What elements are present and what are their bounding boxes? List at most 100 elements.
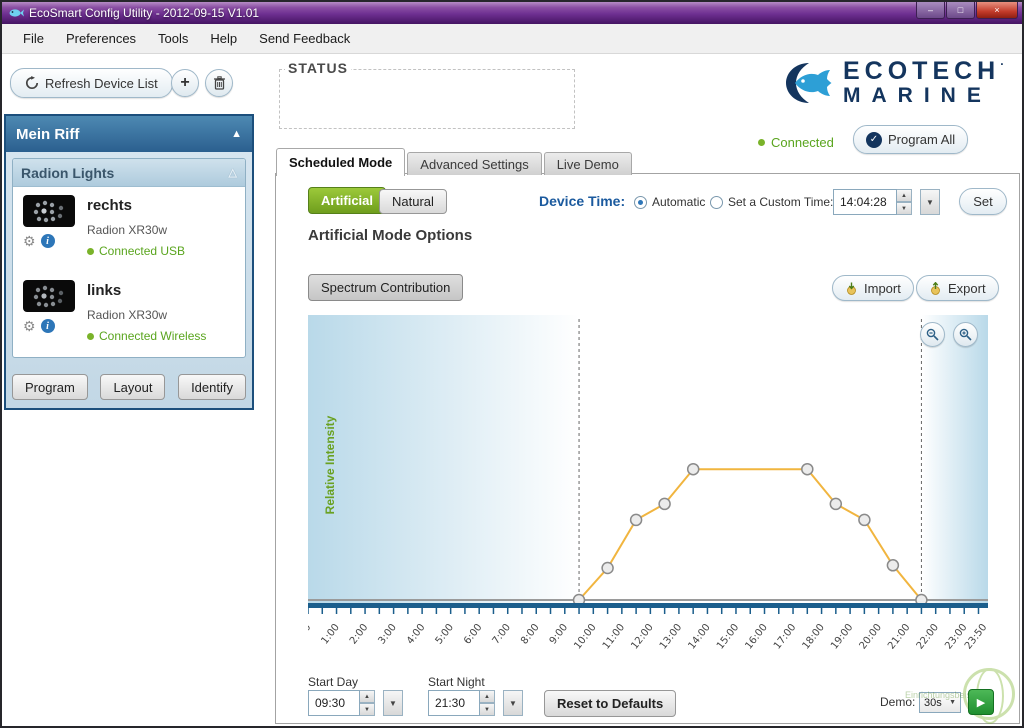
start-night-dropdown[interactable]: ▼ — [503, 690, 523, 716]
spinner-down-icon[interactable]: ▼ — [480, 703, 495, 716]
app-fish-icon — [8, 6, 24, 20]
start-day-dropdown[interactable]: ▼ — [383, 690, 403, 716]
device-name: links — [87, 282, 241, 299]
logo-word-ecotech: ECOTECH· — [843, 58, 1009, 84]
svg-text:1:00: 1:00 — [319, 622, 342, 646]
identify-button[interactable]: Identify — [178, 374, 246, 400]
menubar: File Preferences Tools Help Send Feedbac… — [2, 24, 1022, 54]
radio-unselected-icon[interactable] — [710, 196, 723, 209]
device-time-label: Device Time: — [539, 193, 625, 209]
start-day-label: Start Day — [308, 675, 358, 689]
status-area — [279, 69, 575, 129]
menu-tools[interactable]: Tools — [147, 26, 199, 51]
automatic-radio[interactable]: Automatic — [634, 195, 705, 209]
device-time-control: 14:04:28 ▲ ▼ ▼ — [833, 189, 940, 215]
svg-text:22:00: 22:00 — [915, 622, 941, 651]
close-icon: × — [994, 5, 999, 15]
program-all-button[interactable]: ✓ Program All — [853, 125, 968, 154]
spinner-down-icon[interactable]: ▼ — [897, 202, 912, 215]
spinner-up-icon[interactable]: ▲ — [897, 189, 912, 202]
logo-word-marine: MARINE — [843, 84, 1009, 107]
device-model: Radion XR30w — [87, 223, 241, 237]
svg-text:13:00: 13:00 — [658, 622, 684, 651]
svg-text:19:00: 19:00 — [829, 622, 855, 651]
device-time-input[interactable]: 14:04:28 — [833, 189, 897, 215]
import-button[interactable]: Import — [832, 275, 914, 301]
radion-lights-header[interactable]: Radion Lights △ — [13, 159, 245, 187]
device-row-rechts[interactable]: ⚙ i rechts Radion XR30w Connected USB — [13, 187, 245, 272]
menu-help[interactable]: Help — [199, 26, 248, 51]
export-button[interactable]: Export — [916, 275, 999, 301]
demo-play-button[interactable]: ▶ — [968, 689, 994, 715]
tab-live-demo[interactable]: Live Demo — [544, 152, 632, 175]
natural-mode-button[interactable]: Natural — [379, 189, 447, 214]
layout-button[interactable]: Layout — [100, 374, 165, 400]
maximize-icon: □ — [958, 5, 963, 15]
gear-icon[interactable]: ⚙ — [23, 234, 36, 248]
refresh-device-list-button[interactable]: Refresh Device List — [10, 68, 173, 98]
export-icon — [929, 282, 942, 295]
start-day-input[interactable]: 09:30 — [308, 690, 360, 716]
device-model: Radion XR30w — [87, 308, 241, 322]
device-row-links[interactable]: ⚙ i links Radion XR30w Connected Wireles… — [13, 272, 245, 357]
radion-lights-title: Radion Lights — [21, 165, 114, 181]
svg-text:15:00: 15:00 — [715, 622, 741, 651]
svg-text:7:00: 7:00 — [491, 622, 514, 646]
collapse-up-outline-icon[interactable]: △ — [229, 166, 237, 179]
radion-lights-panel: Radion Lights △ ⚙ i rechts Radion XR30w — [12, 158, 246, 358]
device-group-header[interactable]: Mein Riff ▲ — [6, 116, 252, 152]
maximize-button[interactable]: □ — [946, 2, 975, 19]
program-button[interactable]: Program — [12, 374, 88, 400]
artificial-mode-button[interactable]: Artificial — [308, 187, 386, 214]
radio-selected-icon[interactable] — [634, 196, 647, 209]
scheduled-mode-panel: Artificial Natural Device Time: Automati… — [275, 173, 1020, 724]
delete-device-button[interactable] — [205, 69, 233, 97]
tab-advanced-settings[interactable]: Advanced Settings — [407, 152, 541, 175]
device-time-dropdown[interactable]: ▼ — [920, 189, 940, 215]
svg-text:18:00: 18:00 — [801, 622, 827, 651]
logo-trademark-dot: · — [1000, 57, 1009, 71]
set-time-button[interactable]: Set — [959, 188, 1007, 215]
collapse-up-icon[interactable]: ▲ — [231, 128, 242, 140]
device-thumbnail — [23, 195, 75, 227]
info-icon[interactable]: i — [41, 319, 55, 333]
refresh-icon — [25, 76, 39, 90]
svg-text:5:00: 5:00 — [434, 622, 457, 646]
device-time-spinner: ▲ ▼ — [897, 189, 912, 215]
menu-send-feedback[interactable]: Send Feedback — [248, 26, 361, 51]
minimize-button[interactable]: – — [916, 2, 945, 19]
start-night-input[interactable]: 21:30 — [428, 690, 480, 716]
start-day-spinner: ▲ ▼ — [360, 690, 375, 716]
svg-text:14:00: 14:00 — [686, 622, 712, 651]
spectrum-contribution-button[interactable]: Spectrum Contribution — [308, 274, 463, 301]
titlebar: EcoSmart Config Utility - 2012-09-15 V1.… — [2, 2, 1022, 24]
menu-preferences[interactable]: Preferences — [55, 26, 147, 51]
menu-file[interactable]: File — [12, 26, 55, 51]
watermark: Einrichtungsbeispiele — [905, 666, 1023, 728]
reset-to-defaults-button[interactable]: Reset to Defaults — [544, 690, 676, 717]
svg-text:20:00: 20:00 — [858, 622, 884, 651]
tab-scheduled-mode[interactable]: Scheduled Mode — [276, 148, 405, 176]
window-controls: – □ × — [915, 2, 1018, 19]
svg-text:11:00: 11:00 — [601, 622, 627, 651]
minimize-icon: – — [928, 5, 933, 15]
start-night-control: 21:30 ▲ ▼ ▼ — [428, 690, 523, 716]
device-status-label: Connected Wireless — [99, 329, 206, 343]
add-device-button[interactable]: + — [171, 69, 199, 97]
spinner-up-icon[interactable]: ▲ — [480, 690, 495, 703]
spinner-up-icon[interactable]: ▲ — [360, 690, 375, 703]
refresh-button-label: Refresh Device List — [45, 76, 158, 91]
plus-icon: + — [180, 74, 189, 92]
gear-icon[interactable]: ⚙ — [23, 319, 36, 333]
intensity-chart[interactable]: 0:001:002:003:004:005:006:007:008:009:00… — [308, 315, 988, 670]
svg-text:2:00: 2:00 — [348, 622, 371, 646]
svg-text:6:00: 6:00 — [462, 622, 485, 646]
close-button[interactable]: × — [976, 2, 1018, 19]
connection-status: Connected — [758, 135, 834, 150]
zoom-out-button[interactable] — [920, 322, 945, 347]
status-dot — [87, 248, 94, 255]
custom-time-radio[interactable]: Set a Custom Time: — [710, 195, 833, 209]
zoom-in-button[interactable] — [953, 322, 978, 347]
info-icon[interactable]: i — [41, 234, 55, 248]
spinner-down-icon[interactable]: ▼ — [360, 703, 375, 716]
